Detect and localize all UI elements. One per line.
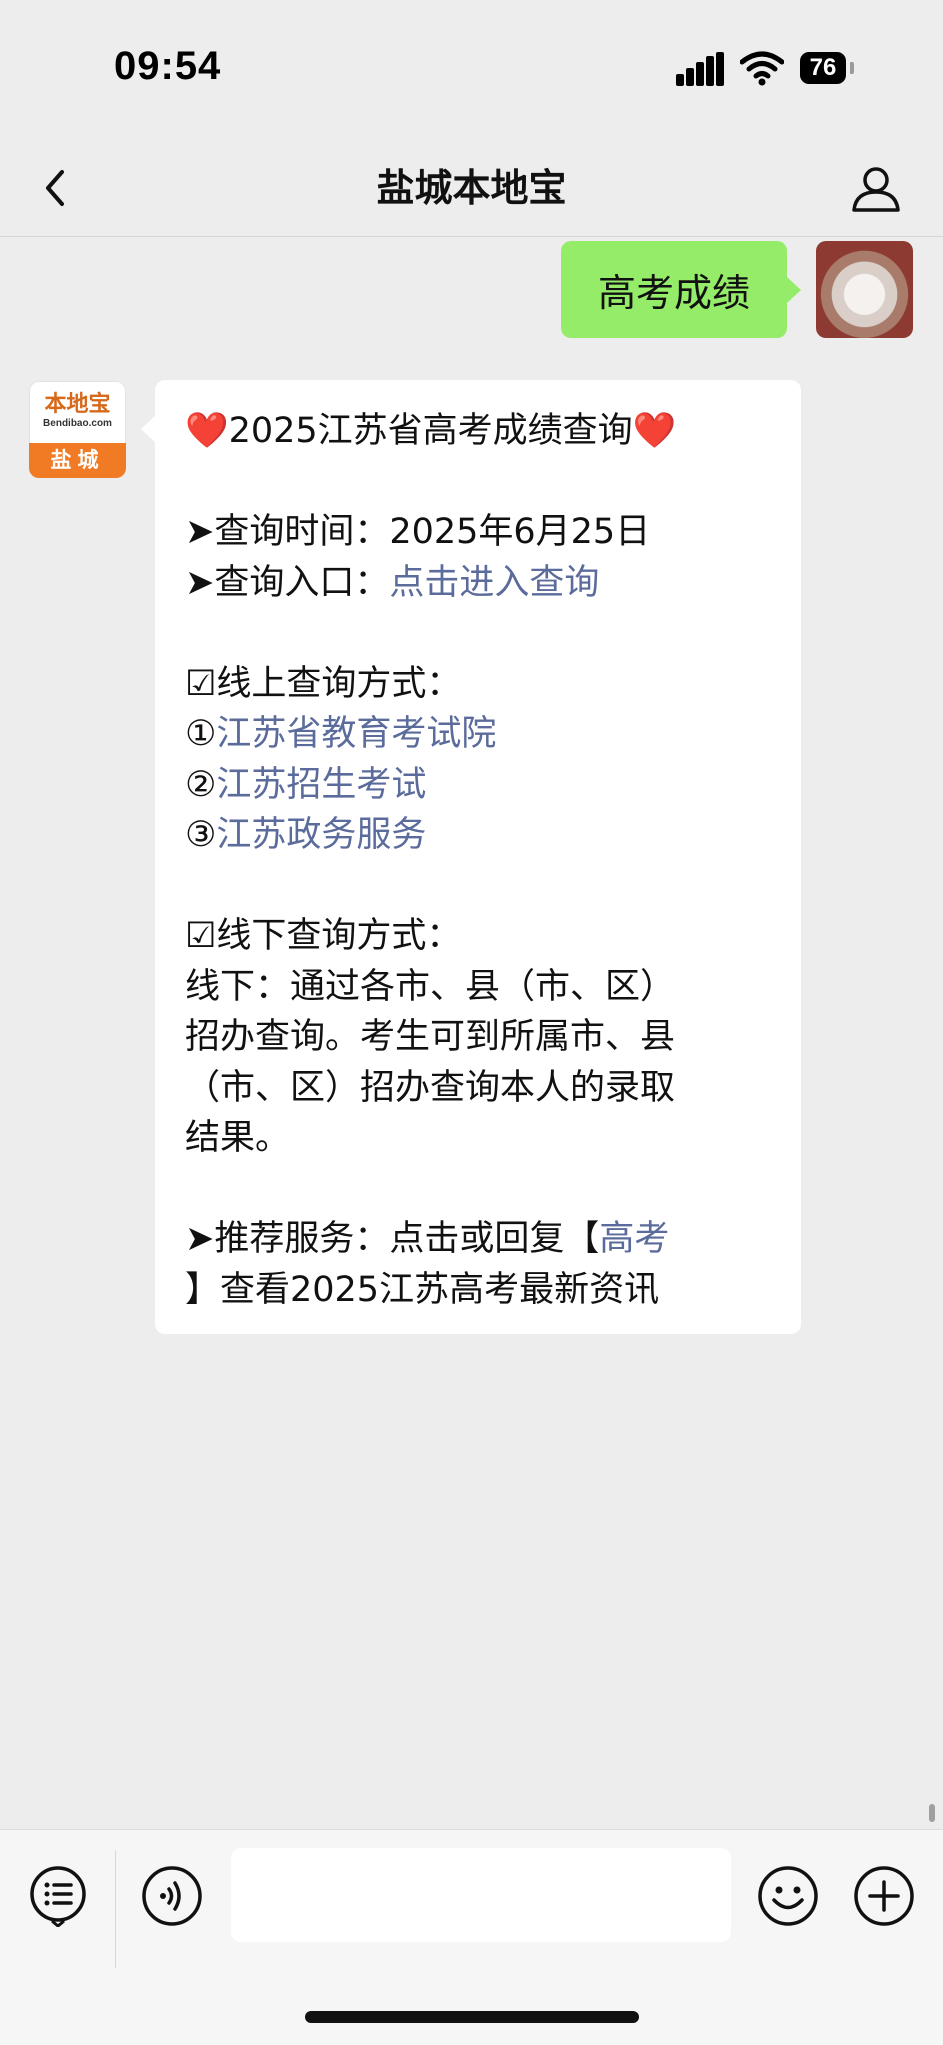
user-message-bubble[interactable]: 高考成绩 bbox=[561, 241, 801, 338]
online-item-num: ③ bbox=[185, 815, 217, 855]
recommend-line: ➤推荐服务：点击或回复【高考 bbox=[185, 1214, 775, 1265]
home-indicator[interactable] bbox=[305, 2011, 639, 2023]
battery-level: 76 bbox=[809, 54, 837, 81]
voice-icon[interactable] bbox=[141, 1865, 203, 1927]
online-link-gov-services[interactable]: 江苏政务服务 bbox=[216, 815, 426, 855]
message-title: 2025江苏省高考成绩查询 bbox=[228, 411, 633, 451]
offline-text-line: 线下：通过各市、县（市、区） bbox=[185, 966, 676, 1007]
query-entry-link[interactable]: 点击进入查询 bbox=[389, 563, 599, 603]
input-bar bbox=[0, 1829, 943, 2045]
chat-title: 盐城本地宝 bbox=[376, 166, 567, 210]
battery-icon: 76 bbox=[800, 52, 846, 84]
query-time-line: ➤查询时间：2025年6月25日 bbox=[185, 507, 775, 558]
recommend-prefix: ➤推荐服务：点击或回复【 bbox=[185, 1219, 600, 1259]
heart-emoji-icon: ❤️ bbox=[185, 411, 229, 451]
plus-icon[interactable] bbox=[853, 1865, 915, 1927]
online-item-num: ① bbox=[185, 714, 217, 754]
wifi-icon bbox=[740, 51, 784, 86]
back-icon[interactable] bbox=[36, 158, 76, 218]
online-item-num: ② bbox=[185, 764, 217, 805]
profile-icon[interactable] bbox=[848, 158, 904, 218]
recommend-link[interactable]: 高考 bbox=[599, 1219, 669, 1259]
offline-text-line: （市、区）招办查询本人的录取 bbox=[185, 1067, 676, 1108]
online-item: ①江苏省教育考试院 bbox=[185, 709, 775, 760]
status-time: 09:54 bbox=[114, 44, 222, 88]
user-message-text: 高考成绩 bbox=[597, 271, 750, 315]
logo-text: 本地宝 bbox=[44, 391, 111, 417]
query-entry-line: ➤查询入口：点击进入查询 bbox=[185, 558, 775, 609]
heart-emoji-icon: ❤️ bbox=[632, 411, 677, 451]
emoji-icon[interactable] bbox=[757, 1865, 819, 1927]
message-input[interactable] bbox=[231, 1848, 731, 1942]
offline-text-line: 结果。 bbox=[185, 1118, 291, 1158]
bot-avatar[interactable]: 本地宝 Bendibao.com 盐城 bbox=[29, 381, 126, 478]
scroll-indicator[interactable] bbox=[929, 1804, 935, 1822]
logo-city: 盐城 bbox=[29, 443, 126, 478]
user-avatar[interactable] bbox=[816, 241, 913, 338]
message-title-line: ❤️2025江苏省高考成绩查询❤️ bbox=[185, 406, 775, 457]
online-link-exam-institute[interactable]: 江苏省教育考试院 bbox=[216, 714, 496, 754]
online-item: ②江苏招生考试 bbox=[185, 760, 775, 811]
online-item: ③江苏政务服务 bbox=[185, 810, 775, 861]
bot-message-bubble[interactable]: ❤️2025江苏省高考成绩查询❤️ ➤查询时间：2025年6月25日 ➤查询入口… bbox=[141, 380, 801, 1334]
input-divider bbox=[115, 1850, 116, 1968]
nav-bar: 盐城本地宝 bbox=[0, 140, 943, 237]
bendibao-logo: 本地宝 Bendibao.com bbox=[29, 381, 126, 443]
online-link-admissions[interactable]: 江苏招生考试 bbox=[216, 765, 426, 805]
battery-cap bbox=[850, 62, 854, 74]
menu-icon[interactable] bbox=[27, 1865, 89, 1927]
query-time-value: 2025年6月25日 bbox=[389, 512, 651, 552]
offline-heading: ☑线下查询方式： bbox=[185, 916, 462, 956]
recommend-suffix: 】查看2025江苏高考最新资讯 bbox=[185, 1269, 660, 1310]
online-heading: ☑线上查询方式： bbox=[185, 663, 462, 704]
query-time-label: ➤查询时间： bbox=[185, 512, 390, 552]
offline-text-line: 招办查询。考生可到所属市、县 bbox=[185, 1017, 676, 1057]
signal-icon bbox=[676, 52, 724, 86]
status-bar: 09:54 76 bbox=[0, 0, 943, 140]
logo-sub: Bendibao.com bbox=[43, 418, 112, 429]
query-entry-label: ➤查询入口： bbox=[185, 562, 390, 603]
